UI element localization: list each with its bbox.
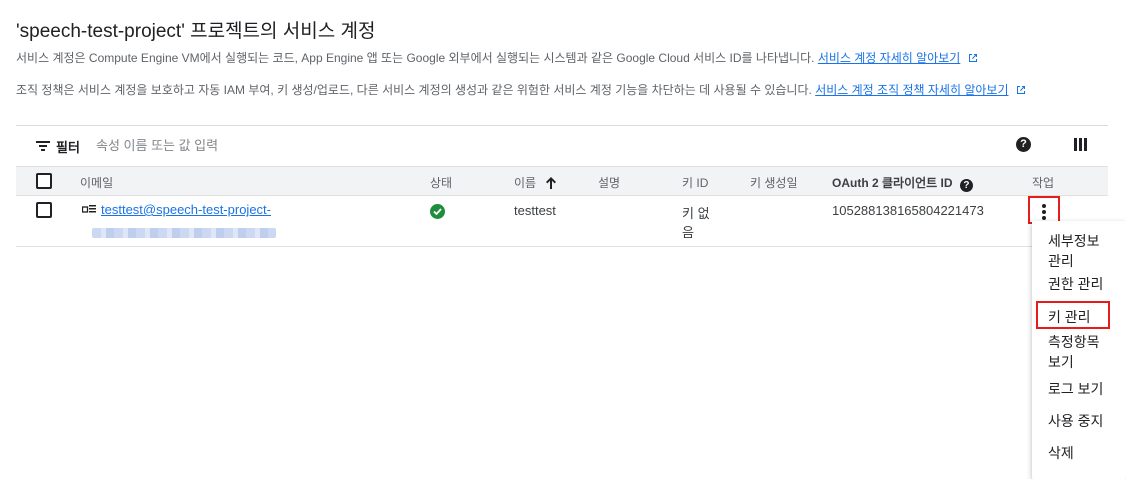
check-circle-icon	[430, 204, 445, 219]
select-all-checkbox[interactable]	[36, 173, 52, 189]
learn-more-org-policy-link[interactable]: 서비스 계정 조직 정책 자세히 알아보기	[815, 83, 1008, 97]
filter-input[interactable]	[96, 135, 396, 155]
column-header-status[interactable]: 상태	[430, 174, 452, 191]
key-id-line1: 키 없	[682, 206, 710, 221]
row-checkbox[interactable]	[36, 202, 52, 218]
open-in-new-icon	[1016, 86, 1025, 94]
column-header-oauth-client-id[interactable]: OAuth 2 클라이언트 ID ?	[832, 174, 973, 192]
help-circle-icon[interactable]: ?	[1016, 137, 1031, 152]
menu-item-delete[interactable]: 삭제	[1048, 443, 1074, 463]
column-header-email[interactable]: 이메일	[80, 174, 113, 191]
help-circle-icon[interactable]: ?	[959, 179, 973, 192]
column-header-key-created[interactable]: 키 생성일	[750, 174, 798, 191]
page-description: 서비스 계정은 Compute Engine VM에서 실행되는 코드, App…	[16, 49, 978, 66]
filter-label: 필터	[56, 140, 80, 155]
menu-item-label: 관리	[1048, 253, 1074, 269]
column-header-description[interactable]: 설명	[598, 174, 620, 191]
menu-item-manage-keys[interactable]: 키 관리	[1048, 307, 1091, 327]
key-id-line2: 음	[682, 225, 694, 240]
filter-bar: 필터 ?	[16, 126, 1108, 166]
menu-item-disable[interactable]: 사용 중지	[1048, 411, 1103, 431]
menu-item-label: 측정항목	[1048, 334, 1100, 350]
menu-item-manage-details[interactable]: 세부정보 관리	[1048, 231, 1100, 271]
page-title: 'speech-test-project' 프로젝트의 서비스 계정	[16, 21, 376, 42]
redacted-email-text	[92, 228, 276, 238]
more-vert-icon[interactable]	[1028, 196, 1060, 224]
actions-menu: 세부정보 관리 권한 관리 키 관리 측정항목 보기 로그 보기 사용 중지 삭…	[1032, 221, 1126, 479]
menu-item-label: 보기	[1048, 354, 1074, 370]
menu-item-label: 세부정보	[1048, 233, 1100, 249]
column-display-icon[interactable]	[1074, 138, 1087, 151]
filter-list-icon[interactable]	[36, 140, 50, 152]
description-text: 서비스 계정은 Compute Engine VM에서 실행되는 코드, App…	[16, 51, 815, 65]
org-policy-description: 조직 정책은 서비스 계정을 보호하고 자동 IAM 부여, 키 생성/업로드,…	[16, 81, 1026, 98]
description-text: 조직 정책은 서비스 계정을 보호하고 자동 IAM 부여, 키 생성/업로드,…	[16, 83, 812, 97]
table-header: 이메일 상태 이름 설명 키 ID 키 생성일 OAuth 2 클라이언트 ID…	[16, 166, 1108, 196]
service-account-key-icon	[82, 205, 96, 213]
table-row: testtest@speech-test-project- testtest 키…	[16, 196, 1108, 247]
service-account-email-link[interactable]: testtest@speech-test-project-	[101, 202, 271, 217]
column-header-key-id[interactable]: 키 ID	[682, 174, 708, 191]
open-in-new-icon	[968, 54, 977, 62]
service-account-name: testtest	[514, 203, 556, 218]
column-header-actions: 작업	[1032, 176, 1055, 190]
arrow-upward-icon[interactable]	[545, 176, 557, 190]
column-header-name-label: 이름	[514, 176, 537, 190]
learn-more-service-accounts-link[interactable]: 서비스 계정 자세히 알아보기	[818, 51, 960, 65]
column-header-name[interactable]: 이름	[514, 174, 557, 191]
menu-item-view-metrics[interactable]: 측정항목 보기	[1048, 332, 1100, 372]
menu-item-manage-permissions[interactable]: 권한 관리	[1048, 274, 1103, 294]
menu-item-view-logs[interactable]: 로그 보기	[1048, 379, 1103, 399]
column-header-oauth-label: OAuth 2 클라이언트 ID	[832, 176, 953, 190]
oauth-client-id: 105288138165804221473	[832, 203, 984, 218]
